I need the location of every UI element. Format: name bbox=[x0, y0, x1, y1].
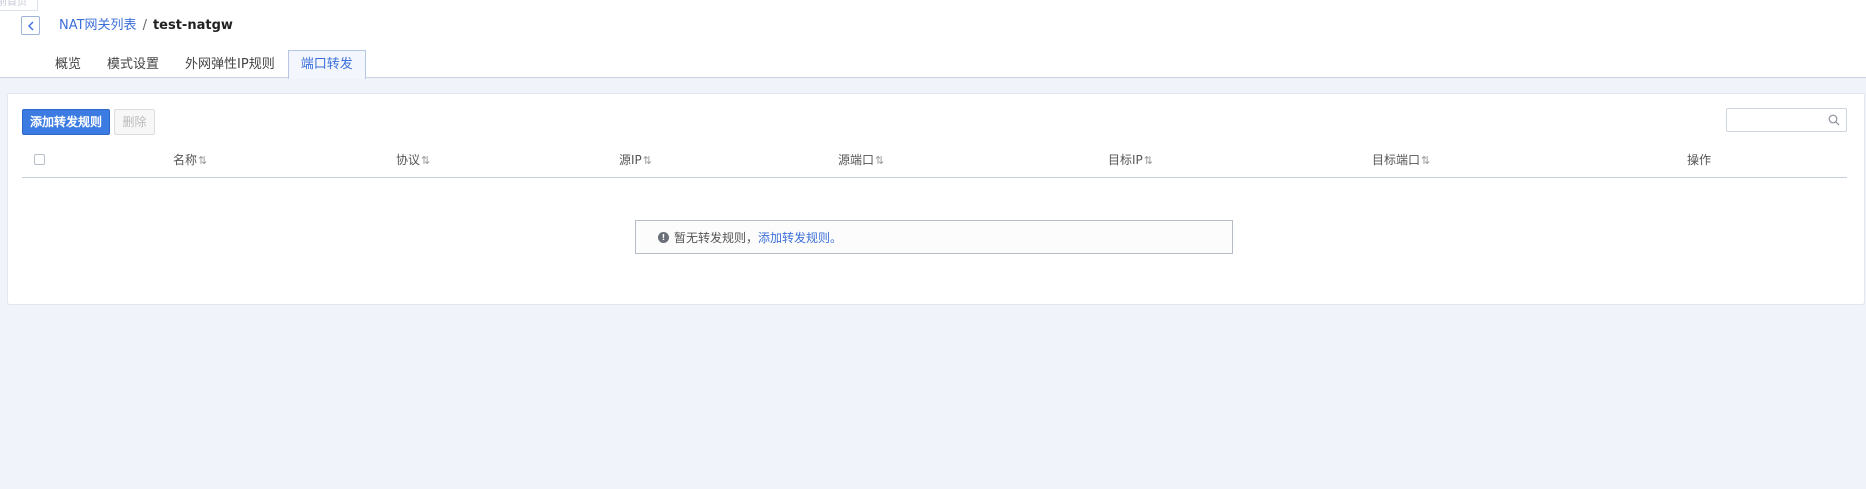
column-header-target-ip[interactable]: 目标IP⇅ bbox=[1108, 152, 1153, 169]
breadcrumb: NAT网关列表 / test-natgw bbox=[59, 17, 233, 34]
select-all-checkbox[interactable] bbox=[34, 154, 45, 165]
breadcrumb-separator: / bbox=[142, 18, 147, 33]
port-forwarding-panel: 添加转发规则 删除 名称⇅ 协议⇅ 源IP⇅ 源端口⇅ 目标IP⇅ 目标端口⇅ … bbox=[7, 93, 1865, 305]
search-input[interactable] bbox=[1727, 109, 1823, 131]
empty-message: 暂无转发规则， bbox=[674, 230, 759, 245]
column-label: 名称 bbox=[173, 153, 198, 167]
info-icon: ! bbox=[658, 231, 669, 243]
column-label: 操作 bbox=[1687, 153, 1712, 167]
breadcrumb-current: test-natgw bbox=[152, 18, 233, 33]
tab-mode-settings[interactable]: 模式设置 bbox=[94, 50, 172, 78]
tab-port-forwarding[interactable]: 端口转发 bbox=[287, 50, 366, 79]
column-header-name[interactable]: 名称⇅ bbox=[173, 152, 207, 169]
search-icon[interactable] bbox=[1828, 114, 1840, 126]
sort-icon: ⇅ bbox=[875, 154, 885, 167]
search-box bbox=[1726, 108, 1847, 132]
back-button[interactable] bbox=[21, 16, 40, 35]
column-header-protocol[interactable]: 协议⇅ bbox=[396, 152, 430, 169]
column-header-source-port[interactable]: 源端口⇅ bbox=[838, 152, 884, 169]
delete-button: 删除 bbox=[114, 109, 155, 135]
column-header-actions: 操作 bbox=[1687, 152, 1711, 168]
empty-state: ! 暂无转发规则， 添加转发规则。 bbox=[635, 220, 1233, 254]
breadcrumb-nat-gateway-list[interactable]: NAT网关列表 bbox=[59, 18, 137, 33]
home-tab-fragment[interactable]: 前首页 bbox=[0, 0, 38, 11]
chevron-left-icon bbox=[27, 21, 33, 30]
tab-overview[interactable]: 概览 bbox=[42, 50, 94, 78]
column-label: 源端口 bbox=[838, 153, 875, 167]
sort-icon: ⇅ bbox=[421, 154, 431, 167]
add-forward-rule-link[interactable]: 添加转发规则 bbox=[758, 229, 830, 246]
tab-bar: 概览 模式设置 外网弹性IP规则 端口转发 bbox=[42, 50, 366, 79]
sort-icon: ⇅ bbox=[642, 154, 652, 167]
column-header-source-ip[interactable]: 源IP⇅ bbox=[619, 152, 652, 169]
sort-icon: ⇅ bbox=[198, 154, 208, 167]
sort-icon: ⇅ bbox=[1421, 154, 1431, 167]
column-label: 目标端口 bbox=[1372, 153, 1421, 167]
column-label: 目标IP bbox=[1108, 153, 1143, 167]
add-forward-rule-button[interactable]: 添加转发规则 bbox=[22, 109, 110, 135]
column-label: 源IP bbox=[619, 153, 642, 167]
column-label: 协议 bbox=[396, 153, 421, 167]
tab-eip-rules[interactable]: 外网弹性IP规则 bbox=[172, 50, 288, 78]
table-header: 名称⇅ 协议⇅ 源IP⇅ 源端口⇅ 目标IP⇅ 目标端口⇅ 操作 bbox=[22, 141, 1847, 178]
sort-icon: ⇅ bbox=[1143, 154, 1153, 167]
top-header: 前首页 NAT网关列表 / test-natgw 概览 模式设置 外网弹性IP规则 … bbox=[0, 0, 1866, 79]
column-header-target-port[interactable]: 目标端口⇅ bbox=[1372, 152, 1430, 169]
empty-period: 。 bbox=[830, 230, 843, 245]
